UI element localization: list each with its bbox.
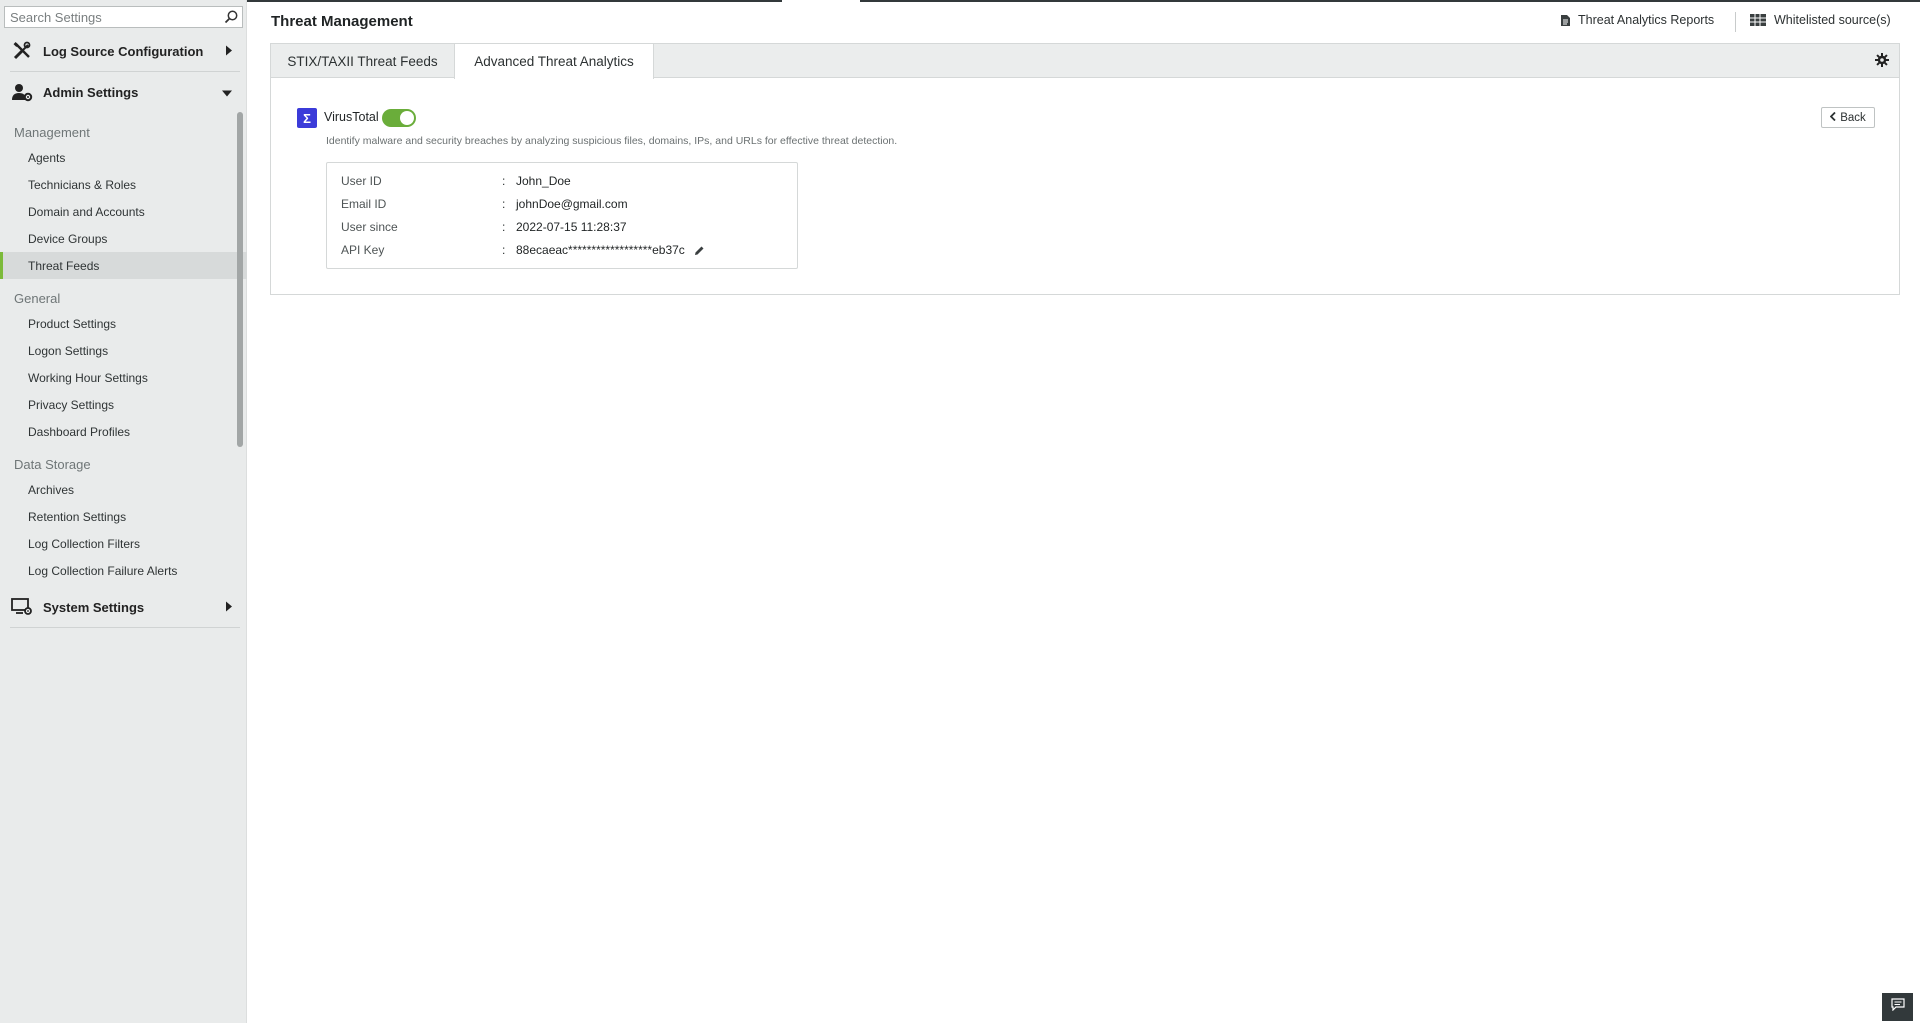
sidebar-item-dashboard-profiles[interactable]: Dashboard Profiles xyxy=(0,418,247,445)
page-title: Threat Management xyxy=(271,13,413,30)
api-key-value: 88ecaeac******************eb37c xyxy=(516,243,685,257)
virustotal-logo-icon: Σ xyxy=(297,108,317,128)
sidebar-item-archives[interactable]: Archives xyxy=(0,476,247,503)
detail-value: 2022-07-15 11:28:37 xyxy=(516,220,627,234)
threat-analytics-reports-label: Threat Analytics Reports xyxy=(1578,13,1715,27)
chevron-left-icon xyxy=(1829,111,1836,124)
admin-settings-section[interactable]: Admin Settings xyxy=(10,74,240,110)
sidebar-item-agents[interactable]: Agents xyxy=(0,144,247,171)
group-label-management: Management xyxy=(14,125,90,140)
header-separator xyxy=(1735,12,1736,32)
admin-settings-label: Admin Settings xyxy=(43,84,139,100)
settings-search[interactable] xyxy=(4,6,243,28)
monitor-gear-icon xyxy=(10,595,34,619)
toggle-knob xyxy=(400,111,414,125)
detail-label: User ID xyxy=(341,174,382,188)
sidebar-item-technicians-roles[interactable]: Technicians & Roles xyxy=(0,171,247,198)
sidebar-item-domain-accounts[interactable]: Domain and Accounts xyxy=(0,198,247,225)
sidebar-item-privacy-settings[interactable]: Privacy Settings xyxy=(0,391,247,418)
log-source-configuration-section[interactable]: Log Source Configuration xyxy=(10,33,240,69)
detail-label: Email ID xyxy=(341,197,387,211)
document-icon xyxy=(1561,14,1570,26)
system-settings-label: System Settings xyxy=(43,599,145,615)
sidebar-item-logon-settings[interactable]: Logon Settings xyxy=(0,337,247,364)
tools-icon xyxy=(10,39,34,63)
sidebar-scrollbar[interactable] xyxy=(237,112,243,447)
group-label-general: General xyxy=(14,291,61,306)
chat-bubble-icon xyxy=(1890,998,1905,1016)
search-icon[interactable] xyxy=(220,7,242,27)
pencil-edit-icon[interactable] xyxy=(694,245,705,256)
detail-label: API Key xyxy=(341,243,385,257)
integration-description: Identify malware and security breaches b… xyxy=(326,135,898,147)
integration-name: VirusTotal xyxy=(324,110,379,124)
back-button-label: Back xyxy=(1840,111,1866,124)
sidebar-item-product-settings[interactable]: Product Settings xyxy=(0,310,247,337)
section-divider xyxy=(10,627,240,628)
tab-stix-taxii-threat-feeds[interactable]: STIX/TAXII Threat Feeds xyxy=(271,44,454,78)
detail-value: johnDoe@gmail.com xyxy=(516,197,628,211)
section-divider xyxy=(10,71,240,72)
detail-row-api-key: API Key : 88ecaeac******************eb37… xyxy=(341,241,705,259)
detail-value: John_Doe xyxy=(516,174,571,188)
detail-row-email-id: Email ID : johnDoe@gmail.com xyxy=(341,195,628,213)
detail-separator: : xyxy=(502,174,506,188)
detail-separator: : xyxy=(502,220,506,234)
detail-row-user-since: User since : 2022-07-15 11:28:37 xyxy=(341,218,627,236)
back-button[interactable]: Back xyxy=(1821,107,1875,128)
detail-label: User since xyxy=(341,220,398,234)
account-details-card: User ID : John_Doe Email ID : johnDoe@gm… xyxy=(326,162,798,269)
sidebar-item-device-groups[interactable]: Device Groups xyxy=(0,225,247,252)
caret-right-icon xyxy=(226,600,232,615)
detail-separator: : xyxy=(502,243,506,257)
chat-button[interactable] xyxy=(1882,993,1913,1021)
sidebar-item-retention-settings[interactable]: Retention Settings xyxy=(0,503,247,530)
sidebar-item-working-hour-settings[interactable]: Working Hour Settings xyxy=(0,364,247,391)
caret-down-icon xyxy=(222,85,232,100)
system-settings-section[interactable]: System Settings xyxy=(10,589,240,625)
search-input[interactable] xyxy=(5,7,220,27)
whitelisted-sources-label: Whitelisted source(s) xyxy=(1774,13,1891,27)
detail-separator: : xyxy=(502,197,506,211)
tab-advanced-threat-analytics[interactable]: Advanced Threat Analytics xyxy=(454,44,654,79)
sidebar-item-log-collection-failure-alerts[interactable]: Log Collection Failure Alerts xyxy=(0,557,247,584)
threat-analytics-reports-link[interactable]: Threat Analytics Reports xyxy=(1561,13,1714,27)
admin-user-gear-icon xyxy=(10,80,34,104)
detail-row-user-id: User ID : John_Doe xyxy=(341,172,571,190)
top-strip xyxy=(247,0,1920,2)
sidebar-item-log-collection-filters[interactable]: Log Collection Filters xyxy=(0,530,247,557)
gear-icon[interactable] xyxy=(1875,53,1891,69)
whitelisted-sources-link[interactable]: Whitelisted source(s) xyxy=(1750,13,1891,27)
integration-enable-toggle[interactable] xyxy=(382,109,416,127)
sidebar-item-threat-feeds[interactable]: Threat Feeds xyxy=(0,252,247,279)
threat-management-panel: STIX/TAXII Threat Feeds Advanced Threat … xyxy=(270,43,1900,295)
settings-sidebar: Log Source Configuration Admin Settings … xyxy=(0,0,247,1023)
tab-bar: STIX/TAXII Threat Feeds Advanced Threat … xyxy=(271,44,1899,79)
group-label-data-storage: Data Storage xyxy=(14,457,91,472)
caret-right-icon xyxy=(226,44,232,59)
top-strip-highlight xyxy=(782,0,860,2)
whitelist-table-icon xyxy=(1750,14,1766,26)
log-source-configuration-label: Log Source Configuration xyxy=(43,43,204,59)
